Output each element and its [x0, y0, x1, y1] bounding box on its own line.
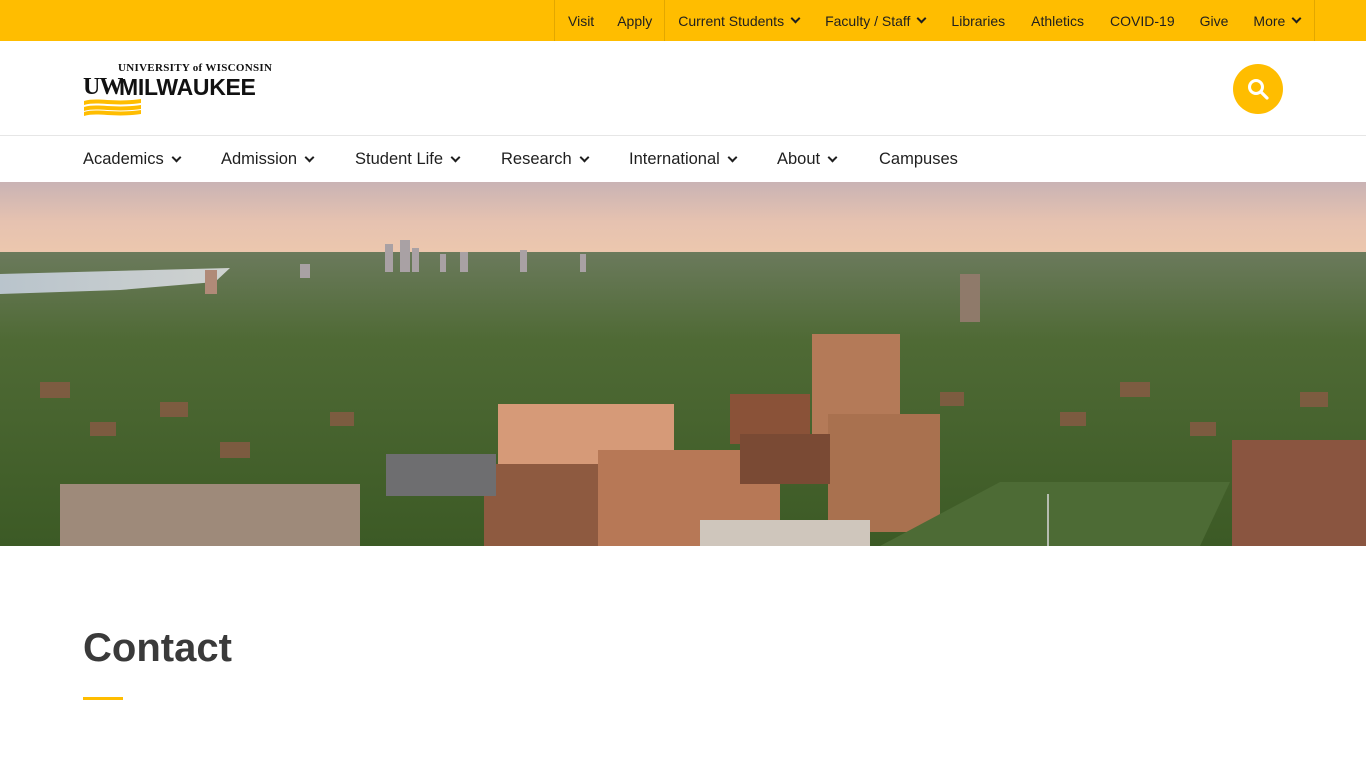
utility-nav: Visit Apply Current Students Faculty / S… [554, 0, 1316, 41]
hero-image [0, 182, 1366, 546]
campus-aerial-illustration [0, 182, 1366, 546]
site-header: UNIVERSITY of WISCONSIN UW MILWAUKEE [0, 41, 1366, 136]
utility-link-give[interactable]: Give [1188, 0, 1242, 41]
logo-top-text: UNIVERSITY of WISCONSIN [118, 62, 273, 74]
logo-swoosh-icon [84, 99, 141, 116]
utility-link-label: Visit [568, 12, 595, 29]
utility-link-libraries[interactable]: Libraries [938, 0, 1018, 41]
utility-link-label: Libraries [951, 12, 1006, 29]
nav-item-research[interactable]: Research [501, 136, 590, 182]
chevron-down-icon [450, 152, 461, 163]
utility-link-more[interactable]: More [1241, 0, 1314, 41]
chevron-down-icon [827, 152, 838, 163]
utility-link-covid-19[interactable]: COVID-19 [1097, 0, 1188, 41]
chevron-down-icon [916, 13, 927, 24]
search-button[interactable] [1233, 64, 1283, 114]
title-underline [83, 697, 123, 700]
nav-item-admission[interactable]: Admission [221, 136, 315, 182]
nav-item-student-life[interactable]: Student Life [355, 136, 461, 182]
utility-link-current-students[interactable]: Current Students [665, 0, 812, 41]
nav-item-label: Student Life [355, 149, 444, 168]
nav-item-campuses[interactable]: Campuses [879, 136, 958, 182]
utility-link-label: Current Students [678, 12, 785, 29]
utility-link-label: COVID-19 [1110, 12, 1175, 29]
nav-item-label: Academics [83, 149, 164, 168]
nav-item-label: Research [501, 149, 572, 168]
nav-item-international[interactable]: International [629, 136, 738, 182]
chevron-down-icon [304, 152, 315, 163]
page-title: Contact [83, 626, 232, 670]
chevron-down-icon [171, 152, 182, 163]
utility-link-label: Apply [617, 12, 653, 29]
utility-link-apply[interactable]: Apply [607, 0, 664, 41]
utility-link-label: Give [1199, 12, 1229, 29]
search-icon [1248, 79, 1269, 100]
nav-item-label: Campuses [879, 149, 958, 168]
main-nav: Academics Admission Student Life Researc… [0, 136, 1366, 182]
chevron-down-icon [579, 152, 590, 163]
utility-link-label: More [1253, 12, 1286, 29]
utility-divider [1314, 0, 1316, 41]
nav-item-label: International [629, 149, 720, 168]
utility-link-visit[interactable]: Visit [555, 0, 607, 41]
utility-bar: Visit Apply Current Students Faculty / S… [0, 0, 1366, 41]
uwm-logo[interactable]: UNIVERSITY of WISCONSIN UW MILWAUKEE [83, 62, 273, 118]
nav-item-label: About [777, 149, 821, 168]
utility-link-athletics[interactable]: Athletics [1018, 0, 1097, 41]
utility-link-faculty-staff[interactable]: Faculty / Staff [812, 0, 938, 41]
utility-link-label: Athletics [1031, 12, 1085, 29]
chevron-down-icon [790, 13, 801, 24]
chevron-down-icon [1291, 13, 1302, 24]
utility-link-label: Faculty / Staff [825, 12, 911, 29]
nav-item-label: Admission [221, 149, 298, 168]
nav-item-academics[interactable]: Academics [83, 136, 182, 182]
chevron-down-icon [727, 152, 738, 163]
nav-item-about[interactable]: About [777, 136, 838, 182]
